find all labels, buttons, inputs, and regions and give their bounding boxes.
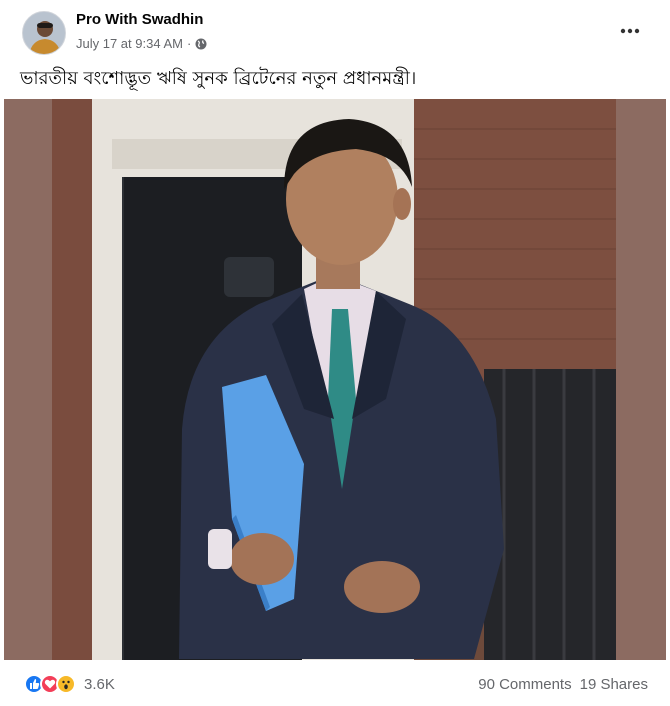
post-stats: 90 Comments 19 Shares xyxy=(478,676,648,693)
ellipsis-icon[interactable] xyxy=(616,17,644,45)
reaction-count[interactable]: 3.6K xyxy=(84,676,115,693)
meta-separator: · xyxy=(186,36,192,51)
author-avatar[interactable] xyxy=(22,11,66,55)
reactions-summary[interactable]: 3.6K xyxy=(24,674,115,694)
comments-count[interactable]: 90 Comments xyxy=(478,676,571,693)
post-photo[interactable] xyxy=(4,99,666,660)
post-meta: July 17 at 9:34 AM · xyxy=(76,36,207,51)
globe-icon xyxy=(195,38,207,50)
post-header: Pro With Swadhin July 17 at 9:34 AM · xyxy=(0,0,670,62)
post-timestamp[interactable]: July 17 at 9:34 AM xyxy=(76,36,183,51)
shares-count[interactable]: 19 Shares xyxy=(580,676,648,693)
wow-icon xyxy=(56,674,76,694)
post-footer: 3.6K 90 Comments 19 Shares xyxy=(0,660,670,706)
post-caption: ভারতীয় বংশোদ্ভূত ঋষি সুনক ব্রিটেনের নতু… xyxy=(20,68,417,89)
post-card: Pro With Swadhin July 17 at 9:34 AM · ভা… xyxy=(0,0,670,706)
author-name[interactable]: Pro With Swadhin xyxy=(76,11,203,28)
